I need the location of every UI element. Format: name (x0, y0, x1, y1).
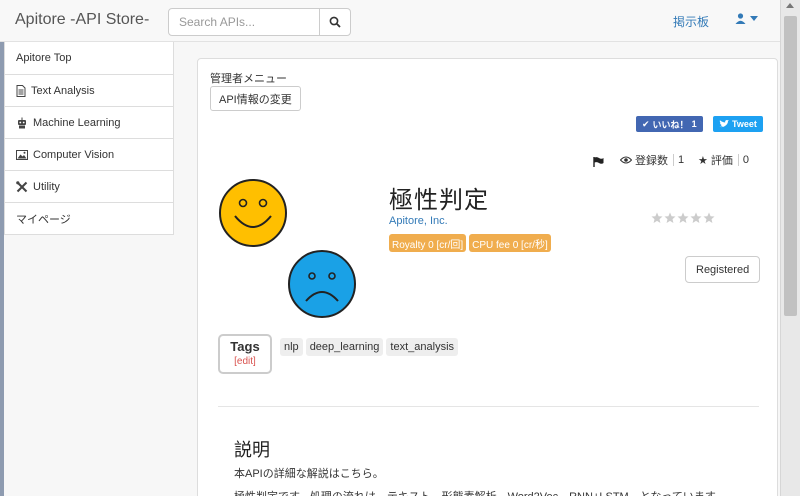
sidebar-item-text-analysis[interactable]: Text Analysis (5, 74, 173, 106)
robot-icon (18, 117, 26, 128)
file-text-icon (16, 84, 26, 97)
sidebar-item-label: Computer Vision (33, 148, 115, 161)
sidebar-item-label: Utility (33, 180, 60, 193)
flag-icon[interactable] (593, 157, 604, 167)
board-link[interactable]: 掲示板 (673, 13, 709, 30)
sidebar-item-label: Text Analysis (31, 84, 95, 97)
twitter-bird-icon (719, 120, 729, 128)
search-input[interactable] (169, 9, 319, 35)
edit-api-info-button[interactable]: API情報の変更 (210, 86, 301, 111)
sidebar-item-mypage[interactable]: マイページ (5, 202, 173, 234)
api-detail-panel: 管理者メニュー API情報の変更 ✔ いいね！ 1 Tweet 登録数 1 ★ … (197, 58, 778, 496)
eye-icon (620, 156, 632, 164)
tweet-button[interactable]: Tweet (713, 116, 763, 132)
scroll-up-arrow-icon[interactable] (786, 3, 794, 8)
tags-edit-link[interactable]: [edit] (220, 356, 270, 367)
description-line-2: 極性判定です。処理の流れは、テキスト→形態素解析→Word2Vec→RNN+LS… (234, 488, 726, 496)
tags-box: Tags [edit] (218, 334, 272, 374)
fee-badges: Royalty 0 [cr/回] CPU fee 0 [cr/秒] (389, 234, 551, 252)
cpu-fee-badge: CPU fee 0 [cr/秒] (469, 234, 551, 252)
sidebar-item-label: Apitore Top (16, 52, 72, 64)
tools-icon (16, 180, 28, 192)
sidebar-item-utility[interactable]: Utility (5, 170, 173, 202)
star-empty-icon[interactable] (677, 212, 689, 224)
star-empty-icon[interactable] (651, 212, 663, 224)
section-divider (218, 406, 759, 407)
rating-stars[interactable] (651, 212, 715, 224)
search-button[interactable] (319, 9, 350, 35)
reg-count-badge: 1 (673, 154, 684, 166)
sidebar-item-computer-vision[interactable]: Computer Vision (5, 138, 173, 170)
user-menu[interactable] (735, 13, 758, 24)
star-icon: ★ (698, 154, 708, 167)
api-title: 極性判定 (389, 187, 489, 214)
royalty-badge: Royalty 0 [cr/回] (389, 234, 467, 252)
admin-menu-label: 管理者メニュー (210, 73, 287, 85)
sidebar: Apitore Top Text Analysis Machine Learni… (4, 42, 174, 235)
sidebar-item-label: Machine Learning (33, 116, 121, 129)
navbar: Apitore -API Store- 掲示板 (0, 0, 780, 42)
reg-label: 登録数 (635, 155, 668, 167)
star-empty-icon[interactable] (664, 212, 676, 224)
sad-face-icon (288, 250, 356, 318)
picture-icon (16, 149, 28, 160)
caret-down-icon (750, 16, 758, 21)
tweet-label: Tweet (732, 119, 757, 129)
check-icon: ✔ (642, 118, 650, 129)
sidebar-item-top[interactable]: Apitore Top (5, 42, 173, 74)
rate-count-badge: 0 (737, 154, 749, 166)
brand-logo[interactable]: Apitore -API Store- (15, 11, 149, 29)
search-icon (329, 16, 341, 28)
registered-button[interactable]: Registered (685, 256, 761, 283)
like-label: いいね！ (652, 119, 689, 130)
rate-label: 評価 (710, 155, 733, 167)
tag-deep-learning[interactable]: deep_learning (305, 338, 384, 356)
page-scrollbar[interactable] (780, 0, 800, 496)
happy-face-icon (219, 179, 287, 247)
like-count: 1 (691, 119, 697, 129)
user-icon (735, 13, 746, 24)
registration-count: 登録数 1 (620, 151, 684, 169)
star-empty-icon[interactable] (703, 212, 715, 224)
tag-nlp[interactable]: nlp (280, 338, 303, 356)
description-line-1: 本APIの詳細な解説はこちら。 (234, 468, 384, 480)
description-heading: 説明 (234, 440, 270, 460)
sidebar-item-machine-learning[interactable]: Machine Learning (5, 106, 173, 138)
star-empty-icon[interactable] (690, 212, 702, 224)
search-form (168, 8, 351, 36)
tag-list: nlp deep_learning text_analysis (280, 338, 459, 356)
sidebar-item-label: マイページ (16, 213, 71, 226)
rating-count: ★ 評価 0 (698, 151, 749, 169)
tags-title: Tags (230, 339, 260, 354)
tag-text-analysis[interactable]: text_analysis (386, 338, 459, 356)
vendor-link[interactable]: Apitore, Inc. (389, 215, 448, 227)
facebook-like-button[interactable]: ✔ いいね！ 1 (636, 116, 703, 132)
scroll-thumb[interactable] (784, 16, 797, 316)
